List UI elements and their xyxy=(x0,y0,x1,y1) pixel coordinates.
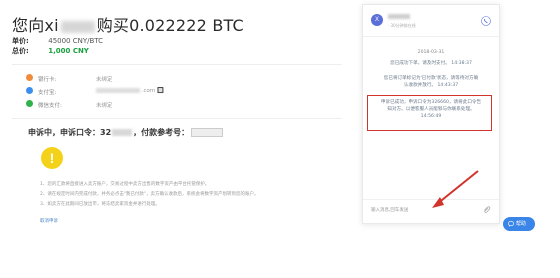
divider xyxy=(12,118,342,119)
note-item: 3、如卖方在此期间已放出币，将冻结卖家资金并进行处理。 xyxy=(40,202,160,207)
appeal-status: 申诉中，申诉口令：32 ，付款参考号： xyxy=(28,127,224,138)
attachment-icon[interactable] xyxy=(482,205,491,214)
avatar: X xyxy=(371,14,383,26)
payment-method-bank: 银行卡: 未绑定 xyxy=(26,74,113,83)
help-button-label: 帮助 xyxy=(516,221,527,227)
alipay-icon xyxy=(26,87,33,94)
chat-message: 您已将订单标记为'已付款'状态，请等待对方确认收款并放行。 14:43:37 xyxy=(383,76,479,88)
chat-input[interactable]: 输入消息,回车发送 xyxy=(371,207,408,213)
chat-bubble-icon xyxy=(508,221,514,227)
wechat-pay-icon xyxy=(26,100,33,107)
appeal-ref-label: ，付款参考号： xyxy=(133,128,190,137)
payment-value: 未绑定 xyxy=(96,103,113,109)
payment-value-suffix: .com 🔲 xyxy=(141,88,164,94)
blurred-seller-name xyxy=(60,20,95,33)
payment-value: .com 🔲 xyxy=(96,88,164,94)
payment-label: 支付宝: xyxy=(38,90,57,96)
highlight-box xyxy=(367,95,492,131)
payment-reference-box xyxy=(191,128,224,137)
chat-message: 您已成功下单，请及时支付。 14:38:37 xyxy=(390,61,472,66)
order-title-suffix: 购买0.022222 BTC xyxy=(96,16,244,35)
phone-icon[interactable] xyxy=(481,16,491,26)
payment-label: 银行卡: xyxy=(38,77,57,83)
chat-panel: X · 30分钟前在线 2018-03-31 您已成功下单，请及时支付。 14:… xyxy=(362,4,500,224)
payment-method-wechat: 微信支付: 未绑定 xyxy=(26,100,113,109)
chat-input-divider xyxy=(363,199,499,200)
total-value: 1,000 CNY xyxy=(48,47,89,55)
price-label: 单价: xyxy=(12,37,29,45)
note-item: 1、您的汇款将直接进入卖方账户，交易过程中卖方出售的数字资产由平台托管保护。 xyxy=(40,182,210,187)
blurred-contact-name xyxy=(388,14,410,19)
blurred-account xyxy=(96,88,140,93)
payment-label: 微信支付: xyxy=(38,103,62,109)
divider xyxy=(12,64,342,65)
payment-method-alipay: 支付宝: .com 🔲 xyxy=(26,87,164,96)
chat-header: X · 30分钟前在线 xyxy=(363,5,499,37)
appeal-status-text: 申诉中，申诉口令：32 xyxy=(28,128,112,137)
bank-card-icon xyxy=(26,74,33,81)
total-label: 总价: xyxy=(12,47,29,55)
warning-icon: ! xyxy=(41,147,63,169)
total-row: 总价: 1,000 CNY xyxy=(12,46,89,56)
price-value: 45000 CNY/BTC xyxy=(48,37,104,45)
order-title-prefix: 您向xi xyxy=(12,16,59,35)
payment-value: 未绑定 xyxy=(96,77,113,83)
chat-date: 2018-03-31 xyxy=(417,50,445,55)
blurred-appeal-code xyxy=(112,129,133,136)
cancel-appeal-link[interactable]: 取消申诉 xyxy=(40,218,58,224)
price-row: 单价: 45000 CNY/BTC xyxy=(12,36,103,46)
notes-list: 1、您的汇款将直接进入卖方账户，交易过程中卖方出售的数字资产由平台托管保护。 2… xyxy=(40,180,259,210)
order-title: 您向xi 购买0.022222 BTC xyxy=(12,12,244,36)
note-item: 2、请在规定时间内完成付款，并务必点击"我已付款"，卖方确认收款后，系统会将数字… xyxy=(40,192,259,197)
online-status: · 30分钟前在线 xyxy=(388,23,416,28)
help-button[interactable]: 帮助 xyxy=(503,217,535,231)
